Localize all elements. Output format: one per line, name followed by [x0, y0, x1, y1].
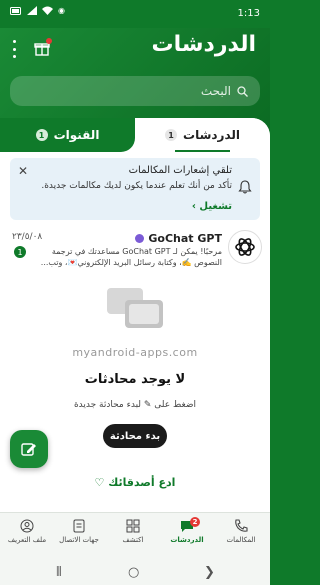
clock: 1:13 — [237, 8, 260, 19]
contacts-icon — [73, 519, 85, 533]
enable-notifications-link[interactable]: تشغيل › — [192, 201, 232, 212]
chat-name: GoChat GPT — [135, 232, 222, 245]
tab-channels-label: القنوات — [53, 128, 100, 142]
tab-bar: القنوات 1 الدردشات 1 — [0, 118, 270, 152]
empty-state-hint: اضغط على ✎ لبدء محادثة جديدة — [73, 400, 197, 410]
tab-channels-badge: 1 — [35, 129, 48, 141]
invite-friends-link[interactable]: ادع أصدقائك ♡ — [0, 476, 270, 489]
nav-calls[interactable]: المكالمات — [214, 519, 268, 544]
watermark-text: myandroid-apps.com — [72, 346, 198, 359]
nav-chats-badge: 2 — [190, 517, 200, 527]
nav-chats[interactable]: 2 الدردشات — [160, 517, 214, 544]
tab-channels[interactable]: القنوات 1 — [0, 118, 135, 152]
close-icon[interactable]: ✕ — [18, 164, 28, 178]
unread-badge: 1 — [14, 246, 26, 258]
notification-description: تأكد من أنك تعلم عندما يكون لديك مكالمات… — [41, 181, 232, 191]
compose-icon — [21, 443, 36, 456]
nav-contacts-label: جهات الاتصال — [59, 536, 99, 544]
tab-chats[interactable]: الدردشات 1 — [135, 118, 270, 152]
search-icon — [237, 85, 248, 97]
grid-icon — [126, 519, 140, 533]
empty-state-title: لا يوجد محادثات — [84, 372, 186, 387]
status-bar: 1:13 ◉ — [0, 0, 270, 28]
profile-icon — [20, 519, 34, 533]
start-chat-button[interactable]: بدء محادثة — [103, 424, 167, 448]
chat-preview: مرحبًا! يمكن لـ GoChat GPT مساعدتك في تر… — [40, 247, 222, 267]
nav-profile[interactable]: ملف التعريف — [0, 519, 54, 544]
gift-icon[interactable] — [34, 38, 52, 56]
verified-badge-icon — [135, 234, 145, 243]
phone-icon — [235, 519, 248, 532]
status-icons: ◉ — [10, 6, 65, 15]
tab-chats-label: الدردشات — [183, 128, 240, 142]
signal-icon — [27, 6, 37, 15]
more-menu-icon[interactable] — [10, 40, 18, 58]
bottom-navigation: المكالمات 2 الدردشات اكتشف جهات الاتصال … — [0, 512, 270, 560]
nav-contacts[interactable]: جهات الاتصال — [52, 519, 106, 544]
nav-chats-label: الدردشات — [170, 536, 204, 544]
notification-icon: ◉ — [58, 6, 65, 15]
search-input[interactable]: البحث — [10, 76, 260, 106]
page-title: الدردشات — [151, 32, 256, 57]
heart-icon: ♡ — [94, 476, 105, 489]
nav-calls-label: المكالمات — [226, 536, 256, 544]
recent-apps-icon[interactable]: ⦀ — [56, 565, 62, 580]
new-chat-button[interactable] — [10, 430, 48, 468]
tab-chats-badge: 1 — [165, 129, 178, 141]
call-notification-card: تلقي إشعارات المكالمات تأكد من أنك تعلم … — [10, 158, 260, 220]
battery-icon — [10, 6, 21, 15]
notification-title: تلقي إشعارات المكالمات — [128, 165, 232, 176]
invite-friends-label: ادع أصدقائك — [108, 476, 176, 489]
active-tab-indicator — [175, 150, 230, 152]
search-placeholder: البحث — [200, 84, 231, 98]
nav-profile-label: ملف التعريف — [7, 536, 47, 544]
chat-name-text: GoChat GPT — [148, 232, 222, 245]
openai-logo-icon — [235, 238, 255, 256]
system-navigation-bar: ⦀ ○ ❯ — [0, 560, 270, 585]
avatar — [228, 230, 262, 264]
chat-bubbles-icon — [107, 288, 163, 328]
back-icon[interactable]: ❯ — [204, 565, 215, 580]
wifi-icon — [42, 6, 53, 15]
gift-alert-dot — [46, 38, 52, 44]
chat-list-item[interactable]: GoChat GPT ٢٣/٥/٠٨ مرحبًا! يمكن لـ GoCha… — [8, 230, 262, 274]
nav-discover-label: اكتشف — [122, 536, 144, 544]
nav-discover[interactable]: اكتشف — [106, 519, 160, 544]
home-icon[interactable]: ○ — [128, 565, 139, 580]
bell-icon — [238, 180, 252, 194]
chat-date: ٢٣/٥/٠٨ — [12, 232, 43, 242]
